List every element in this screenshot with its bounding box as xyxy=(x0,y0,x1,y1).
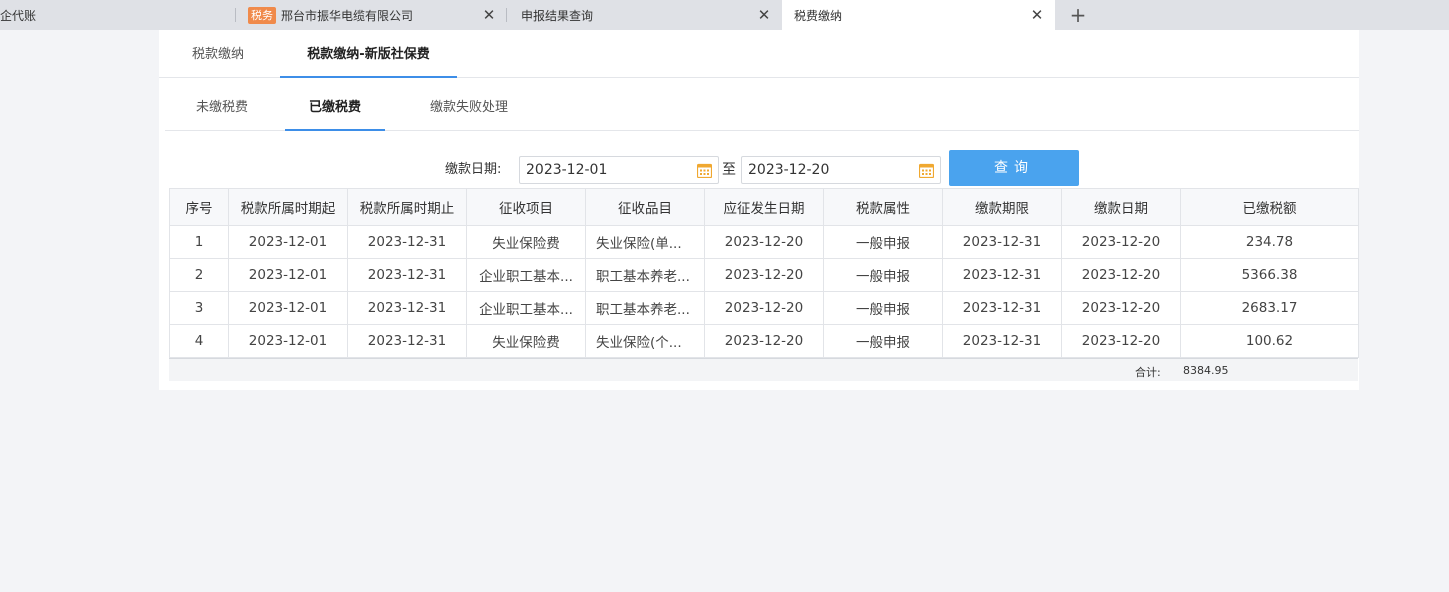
plus-icon[interactable]: + xyxy=(1066,3,1090,27)
table-cell: 4 xyxy=(169,324,229,358)
table-cell: 2023-12-20 xyxy=(1061,225,1181,259)
payment-date-label: 缴款日期: xyxy=(445,162,502,177)
tab-paid-taxes[interactable]: 已缴税费 xyxy=(285,78,385,131)
table-cell: 2023-12-20 xyxy=(704,324,824,358)
column-header: 征收项目 xyxy=(466,188,586,226)
tab-unpaid-taxes[interactable]: 未缴税费 xyxy=(165,78,279,131)
tax-badge: 税务 xyxy=(248,6,276,24)
table-row[interactable]: 1 2023-12-01 2023-12-31 失业保险费 失业保险(单... … xyxy=(169,225,1359,259)
table-cell: 2023-12-01 xyxy=(228,324,348,358)
browser-tab-company[interactable]: 税务 邢台市振华电缆有限公司 ✕ xyxy=(236,0,507,30)
date-range-separator: 至 xyxy=(722,162,736,178)
paid-taxes-table: 序号 税款所属时期起 税款所属时期止 征收项目 征收品目 应征发生日期 税款属性… xyxy=(169,188,1359,358)
table-cell: 2023-12-31 xyxy=(347,324,467,358)
browser-tab-strip: 记企代账 税务 邢台市振华电缆有限公司 ✕ 申报结果查询 ✕ 税费缴纳 ✕ + xyxy=(0,0,1449,30)
column-header: 缴款期限 xyxy=(942,188,1062,226)
table-cell: 2023-12-20 xyxy=(1061,324,1181,358)
table-row[interactable]: 2 2023-12-01 2023-12-31 企业职工基本... 职工基本养老… xyxy=(169,258,1359,292)
table-cell: 234.78 xyxy=(1180,225,1359,259)
column-header: 应征发生日期 xyxy=(704,188,824,226)
table-row[interactable]: 4 2023-12-01 2023-12-31 失业保险费 失业保险(个... … xyxy=(169,324,1359,358)
table-cell: 失业保险(个... xyxy=(585,324,705,358)
total-label: 合计: xyxy=(1135,366,1161,379)
table-cell: 2 xyxy=(169,258,229,292)
totals-bar: 合计: 8384.95 xyxy=(169,358,1358,381)
table-cell: 企业职工基本... xyxy=(466,291,586,325)
column-header: 已缴税额 xyxy=(1180,188,1359,226)
table-cell: 失业保险(单... xyxy=(585,225,705,259)
start-date-input[interactable] xyxy=(520,157,690,183)
table-cell: 2023-12-31 xyxy=(347,225,467,259)
end-date-field[interactable] xyxy=(741,156,941,184)
tab-title: 记企代账 xyxy=(0,8,37,23)
table-cell: 1 xyxy=(169,225,229,259)
table-cell: 2023-12-20 xyxy=(1061,258,1181,292)
column-header: 税款所属时期止 xyxy=(347,188,467,226)
table-cell: 失业保险费 xyxy=(466,324,586,358)
table-cell: 一般申报 xyxy=(823,258,943,292)
table-cell: 2023-12-20 xyxy=(704,225,824,259)
close-icon[interactable]: ✕ xyxy=(1029,6,1045,24)
sub-tabs: 未缴税费 已缴税费 缴款失败处理 xyxy=(165,78,1359,131)
table-cell: 职工基本养老... xyxy=(585,291,705,325)
total-value: 8384.95 xyxy=(1183,364,1229,377)
tab-title: 税费缴纳 xyxy=(794,8,843,23)
close-icon[interactable]: ✕ xyxy=(481,6,497,24)
browser-tab-bookkeeping[interactable]: 记企代账 xyxy=(0,0,236,30)
top-tabs: 税款缴纳 税款缴纳-新版社保费 xyxy=(159,30,1359,78)
calendar-icon[interactable] xyxy=(697,163,712,178)
table-cell: 2023-12-31 xyxy=(942,324,1062,358)
column-header: 征收品目 xyxy=(585,188,705,226)
table-cell: 100.62 xyxy=(1180,324,1359,358)
table-cell: 职工基本养老... xyxy=(585,258,705,292)
table-cell: 2023-12-31 xyxy=(347,291,467,325)
close-icon[interactable]: ✕ xyxy=(756,6,772,24)
table-cell: 2023-12-01 xyxy=(228,258,348,292)
tab-tax-payment[interactable]: 税款缴纳 xyxy=(172,30,264,78)
table-row[interactable]: 3 2023-12-01 2023-12-31 企业职工基本... 职工基本养老… xyxy=(169,291,1359,325)
calendar-icon[interactable] xyxy=(919,163,934,178)
table-cell: 一般申报 xyxy=(823,291,943,325)
table-cell: 2683.17 xyxy=(1180,291,1359,325)
browser-tab-declaration-query[interactable]: 申报结果查询 ✕ xyxy=(507,0,782,30)
end-date-input[interactable] xyxy=(742,157,912,183)
table-cell: 2023-12-20 xyxy=(1061,291,1181,325)
table-cell: 2023-12-20 xyxy=(704,258,824,292)
table-cell: 2023-12-01 xyxy=(228,225,348,259)
main-panel: 税款缴纳 税款缴纳-新版社保费 未缴税费 已缴税费 缴款失败处理 缴款日期: 至 xyxy=(159,30,1359,390)
table-cell: 一般申报 xyxy=(823,225,943,259)
column-header: 缴款日期 xyxy=(1061,188,1181,226)
table-cell: 企业职工基本... xyxy=(466,258,586,292)
column-header: 税款属性 xyxy=(823,188,943,226)
table-cell: 3 xyxy=(169,291,229,325)
column-header: 序号 xyxy=(169,188,229,226)
table-cell: 失业保险费 xyxy=(466,225,586,259)
table-cell: 2023-12-31 xyxy=(942,258,1062,292)
table-cell: 2023-12-31 xyxy=(942,291,1062,325)
tab-title: 邢台市振华电缆有限公司 xyxy=(281,8,414,23)
table-cell: 2023-12-01 xyxy=(228,291,348,325)
query-button[interactable]: 查询 xyxy=(949,150,1079,186)
column-header: 税款所属时期起 xyxy=(228,188,348,226)
table-cell: 5366.38 xyxy=(1180,258,1359,292)
table-header-row: 序号 税款所属时期起 税款所属时期止 征收项目 征收品目 应征发生日期 税款属性… xyxy=(169,188,1359,226)
start-date-field[interactable] xyxy=(519,156,719,184)
table-cell: 2023-12-31 xyxy=(347,258,467,292)
tab-payment-failure[interactable]: 缴款失败处理 xyxy=(405,78,533,131)
table-cell: 2023-12-20 xyxy=(704,291,824,325)
tab-tax-payment-social-security[interactable]: 税款缴纳-新版社保费 xyxy=(280,30,457,78)
browser-tab-tax-payment[interactable]: 税费缴纳 ✕ xyxy=(782,0,1055,30)
tab-title: 申报结果查询 xyxy=(521,8,594,23)
table-cell: 2023-12-31 xyxy=(942,225,1062,259)
table-cell: 一般申报 xyxy=(823,324,943,358)
